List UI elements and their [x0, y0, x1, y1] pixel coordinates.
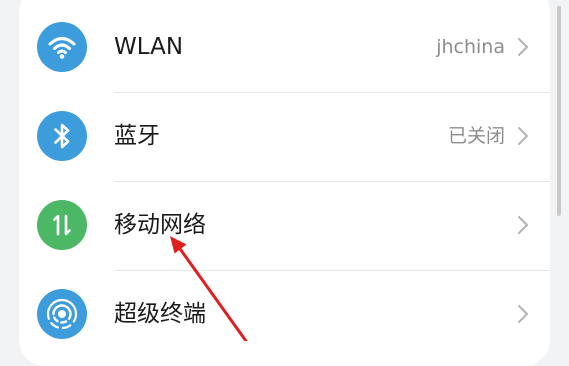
settings-item-label: 超级终端 — [114, 301, 206, 327]
settings-item-wlan[interactable]: WLAN jhchina — [19, 3, 550, 91]
settings-item-label: 蓝牙 — [114, 123, 160, 149]
settings-item-mobile-network[interactable]: 移动网络 — [19, 181, 550, 269]
scrollbar[interactable] — [557, 6, 561, 216]
chevron-right-icon — [518, 216, 528, 234]
settings-item-label: WLAN — [114, 34, 184, 60]
settings-item-value: 已关闭 — [447, 125, 505, 147]
chevron-right-icon — [518, 305, 528, 323]
settings-card: WLAN jhchina 蓝牙 已关闭 移动网络 超级终端 — [19, 0, 550, 366]
settings-item-value: jhchina — [436, 36, 505, 58]
wifi-icon — [37, 22, 87, 72]
settings-item-label: 移动网络 — [114, 212, 206, 238]
super-device-icon — [37, 289, 87, 339]
mobile-data-icon — [37, 200, 87, 250]
settings-item-bluetooth[interactable]: 蓝牙 已关闭 — [19, 92, 550, 180]
chevron-right-icon — [518, 127, 528, 145]
settings-item-super-device[interactable]: 超级终端 — [19, 270, 550, 358]
bluetooth-icon — [37, 111, 87, 161]
chevron-right-icon — [518, 38, 528, 56]
